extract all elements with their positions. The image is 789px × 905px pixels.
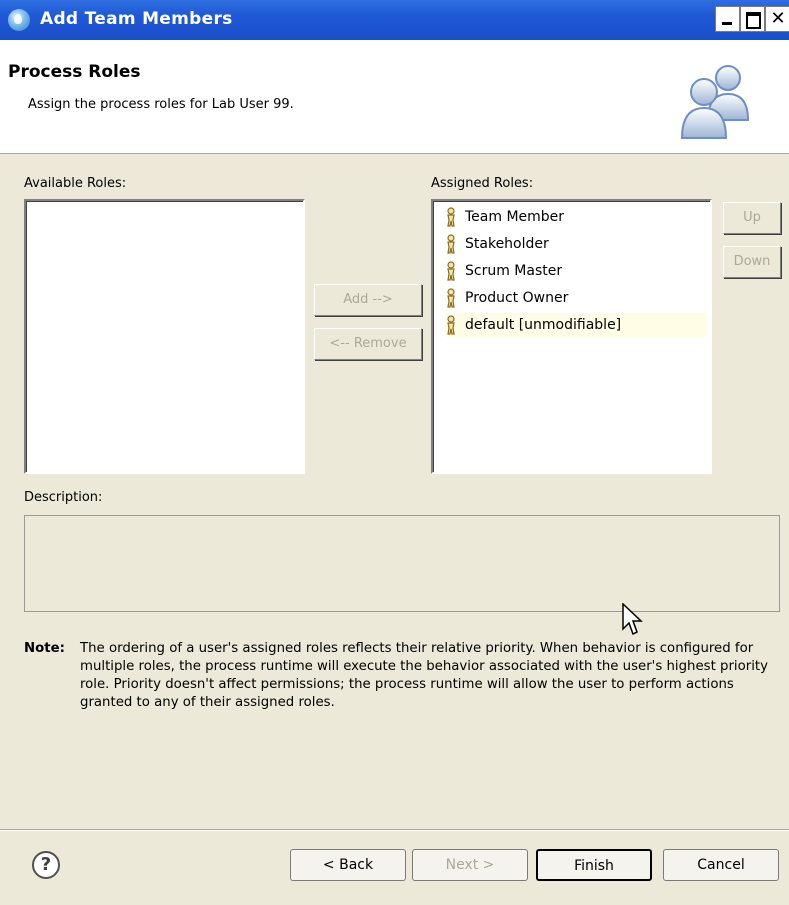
person-role-icon xyxy=(447,315,455,335)
role-label: Stakeholder xyxy=(465,236,549,252)
close-button[interactable]: ✕ xyxy=(765,6,789,32)
person-role-icon xyxy=(447,261,455,281)
finish-button[interactable]: Finish xyxy=(536,849,652,881)
minimize-button[interactable] xyxy=(715,6,740,32)
back-button[interactable]: < Back xyxy=(290,849,406,881)
page-description: Assign the process roles for Lab User 99… xyxy=(28,97,294,112)
add-button[interactable]: Add --> xyxy=(314,284,422,316)
role-label: default [unmodifiable] xyxy=(465,317,622,333)
note-label: Note: xyxy=(24,641,65,656)
maximize-button[interactable] xyxy=(740,6,765,32)
header-panel: Process Roles Assign the process roles f… xyxy=(0,40,789,154)
list-item[interactable]: Stakeholder xyxy=(445,232,549,256)
list-item[interactable]: Product Owner xyxy=(445,286,568,310)
available-roles-label: Available Roles: xyxy=(24,176,127,191)
next-button[interactable]: Next > xyxy=(412,849,528,881)
up-button[interactable]: Up xyxy=(723,202,781,234)
team-members-icon xyxy=(8,9,30,31)
description-label: Description: xyxy=(24,490,103,505)
mouse-cursor-icon xyxy=(622,603,643,636)
person-role-icon xyxy=(447,234,455,254)
assigned-roles-list[interactable]: Team Member Stakeholder Scrum Master Pro… xyxy=(431,199,712,474)
people-icon xyxy=(680,65,750,139)
help-icon[interactable]: ? xyxy=(32,851,60,879)
available-roles-list[interactable] xyxy=(24,199,305,474)
footer-divider-highlight xyxy=(0,830,789,831)
role-label: Team Member xyxy=(465,209,565,225)
remove-button[interactable]: <-- Remove xyxy=(314,328,422,360)
assigned-roles-label: Assigned Roles: xyxy=(431,176,534,191)
role-label: Scrum Master xyxy=(465,263,563,279)
role-label: Product Owner xyxy=(465,290,569,306)
list-item[interactable]: Team Member xyxy=(445,205,564,229)
list-item[interactable]: default [unmodifiable] xyxy=(445,313,707,337)
page-title: Process Roles xyxy=(8,62,141,82)
list-item[interactable]: Scrum Master xyxy=(445,259,562,283)
window-title: Add Team Members xyxy=(40,9,233,29)
description-box xyxy=(24,515,780,612)
person-role-icon xyxy=(447,288,455,308)
person-role-icon xyxy=(447,207,455,227)
cancel-button[interactable]: Cancel xyxy=(663,849,779,881)
title-bar[interactable]: Add Team Members ✕ xyxy=(0,0,789,40)
down-button[interactable]: Down xyxy=(723,246,781,278)
note-text: The ordering of a user's assigned roles … xyxy=(80,641,768,710)
